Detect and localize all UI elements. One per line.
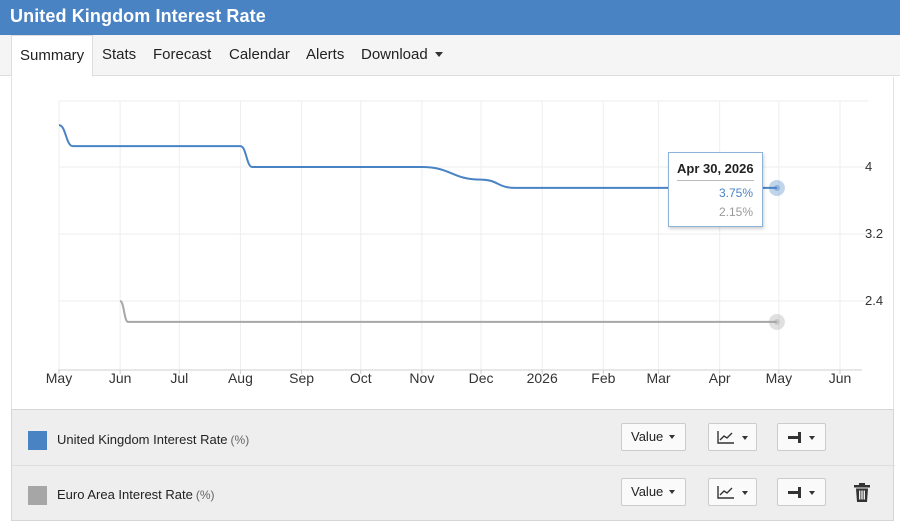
interest-rate-chart[interactable]: May Jun Jul Aug Sep Oct Nov Dec 2026 Feb Mar Apr May… [0, 77, 900, 407]
tooltip-value-uk: 3.75% [718, 186, 753, 200]
series-legend: United Kingdom Interest Rate (%) Value Eu… [11, 409, 895, 521]
x-tick-label: Sep [289, 370, 314, 386]
tab-stats[interactable]: Stats [102, 35, 136, 76]
chevron-down-icon [742, 491, 748, 495]
x-tick-label: Jun [109, 370, 132, 386]
tab-calendar[interactable]: Calendar [229, 35, 290, 76]
series-name-uk-label: United Kingdom Interest Rate [57, 432, 228, 447]
series-line-euro-area-interest-rate [119, 300, 777, 323]
tab-download-label: Download [361, 46, 428, 63]
x-tick-label: Aug [228, 370, 253, 386]
x-tick-label: Jul [170, 370, 188, 386]
x-tick-label: Feb [591, 370, 615, 386]
tab-stats-label: Stats [102, 46, 137, 63]
chevron-down-icon [669, 489, 676, 494]
y-tick-label: 2.4 [865, 293, 883, 308]
tooltip-date: Apr 30, 2026 [677, 161, 754, 176]
x-tick-label: 2026 [527, 370, 558, 386]
tooltip-value-euro: 2.15% [718, 205, 753, 219]
value-dropdown[interactable]: Value [621, 423, 686, 451]
value-dropdown[interactable]: Value [621, 478, 686, 506]
chevron-down-icon [434, 51, 443, 57]
tab-download[interactable]: Download [361, 35, 443, 76]
chevron-down-icon [669, 434, 676, 439]
line-chart-icon [717, 431, 734, 444]
value-dropdown-label: Value [631, 429, 664, 444]
chevron-down-icon [809, 491, 815, 495]
chart-area[interactable]: May Jun Jul Aug Sep Oct Nov Dec 2026 Feb Mar Apr May… [0, 77, 900, 407]
series-unit: (%) [195, 488, 215, 502]
tab-forecast-label: Forecast [153, 46, 212, 63]
x-tick-label: Dec [469, 370, 494, 386]
legend-row-uk: United Kingdom Interest Rate (%) Value [12, 410, 895, 465]
axis-right-icon [788, 487, 801, 498]
axis-side-dropdown[interactable] [777, 478, 826, 506]
page-title: United Kingdom Interest Rate [10, 6, 266, 26]
y-tick-label: 4 [865, 159, 872, 174]
series-color-swatch[interactable] [28, 431, 47, 450]
y-tick-label: 3.2 [865, 226, 883, 241]
x-tick-label: Jun [829, 370, 852, 386]
tab-forecast[interactable]: Forecast [153, 35, 211, 76]
line-chart-icon [717, 486, 734, 499]
tab-bar: Summary Stats Forecast Calendar Alerts D… [0, 35, 900, 77]
axis-right-icon [788, 432, 801, 443]
series-unit: (%) [230, 433, 250, 447]
x-tick-label: Oct [350, 370, 372, 386]
x-tick-label: May [46, 370, 72, 386]
tab-summary-label: Summary [20, 47, 85, 64]
tab-alerts-label: Alerts [306, 46, 345, 63]
chevron-down-icon [742, 436, 748, 440]
tooltip-divider [677, 180, 754, 181]
series-color-swatch[interactable] [28, 486, 47, 505]
value-dropdown-label: Value [631, 484, 664, 499]
series-name-euro-label: Euro Area Interest Rate [57, 487, 193, 502]
tab-alerts[interactable]: Alerts [306, 35, 344, 76]
tab-calendar-label: Calendar [229, 46, 290, 63]
axis-side-dropdown[interactable] [777, 423, 826, 451]
title-bar: United Kingdom Interest Rate [0, 0, 900, 35]
series-name-euro: Euro Area Interest Rate (%) [57, 487, 215, 502]
x-tick-label: Apr [709, 370, 731, 386]
trash-icon[interactable] [853, 483, 871, 503]
series-name-uk: United Kingdom Interest Rate (%) [57, 432, 249, 447]
x-tick-label: May [766, 370, 792, 386]
legend-row-euro: Euro Area Interest Rate (%) Value [12, 465, 895, 520]
chevron-down-icon [809, 436, 815, 440]
chart-tooltip: Apr 30, 2026 3.75% 2.15% [668, 152, 763, 227]
hover-marker [773, 184, 780, 191]
x-tick-label: Mar [646, 370, 670, 386]
tab-summary[interactable]: Summary [11, 35, 94, 77]
hover-marker [773, 318, 780, 325]
chart-type-dropdown[interactable] [708, 423, 757, 451]
chart-type-dropdown[interactable] [708, 478, 757, 506]
x-tick-label: Nov [409, 370, 434, 386]
